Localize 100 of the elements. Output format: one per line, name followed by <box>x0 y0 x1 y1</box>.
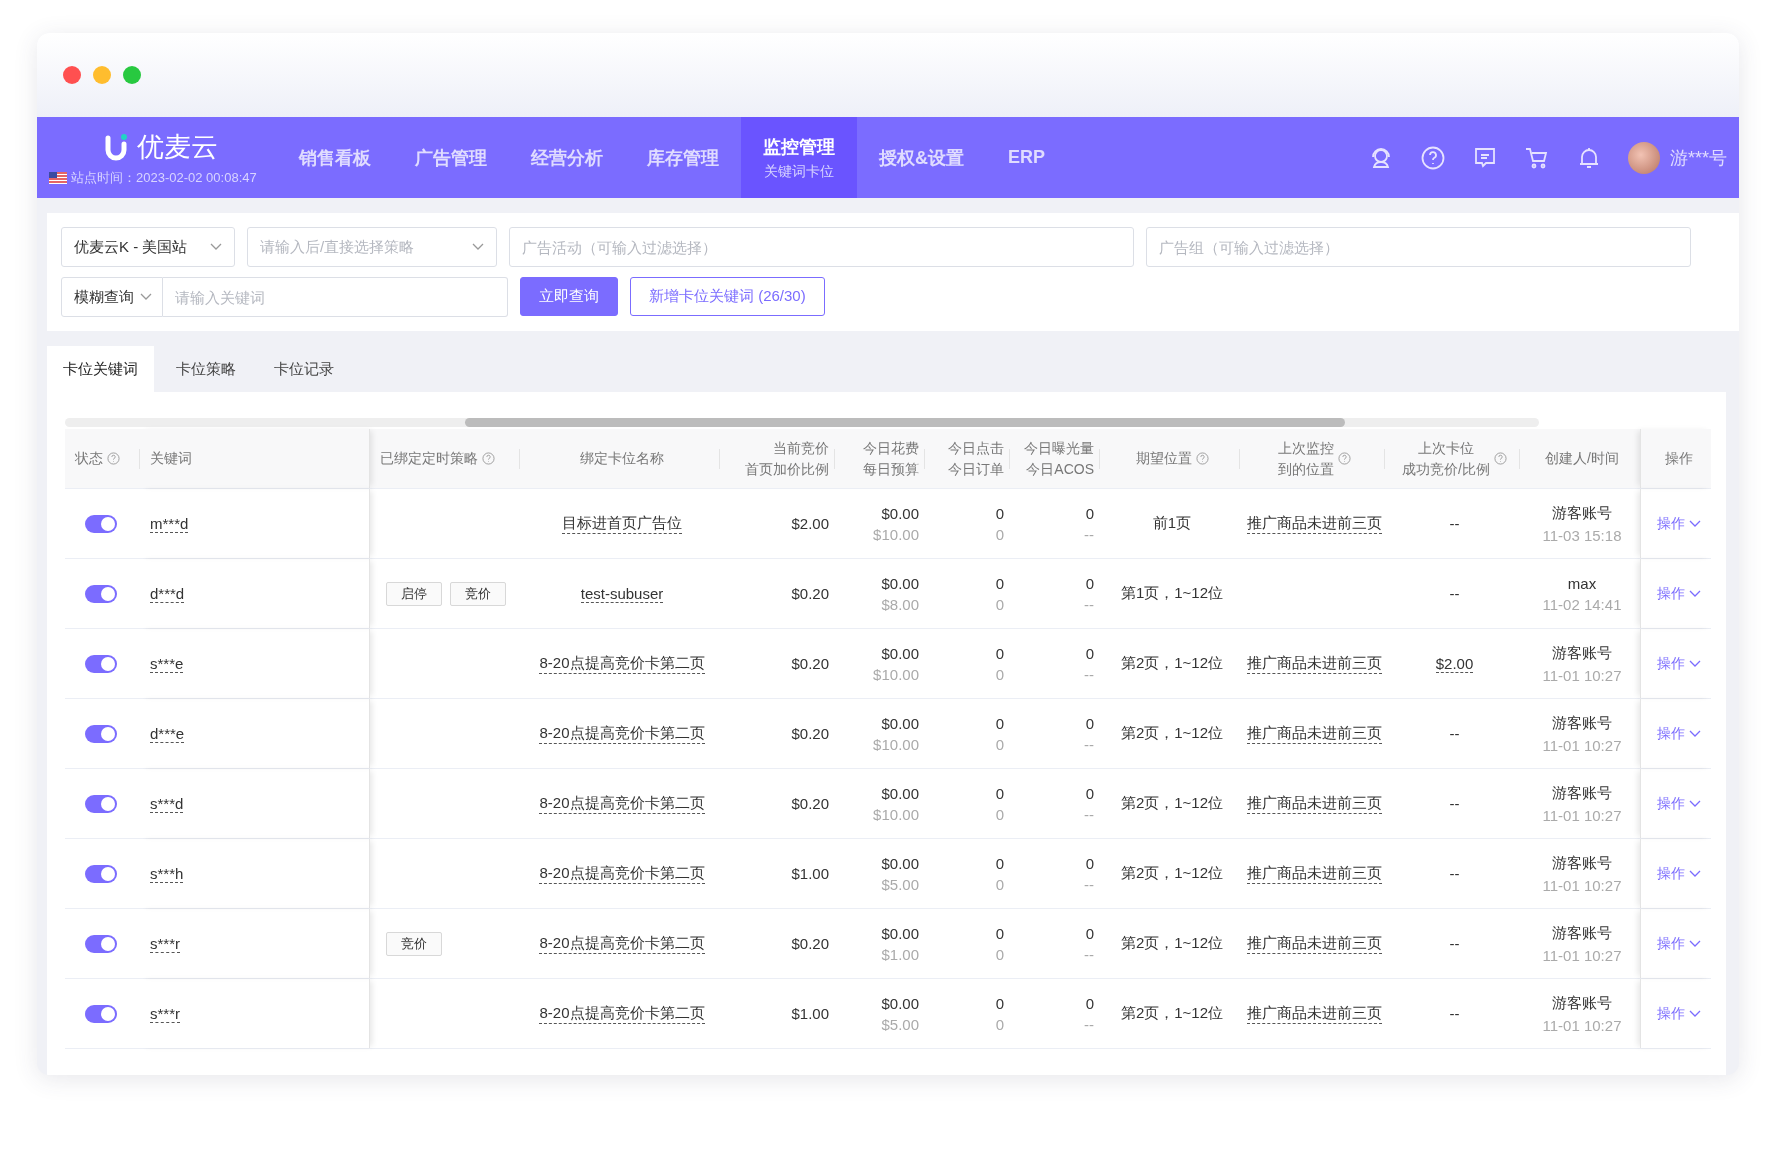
slot-name-link[interactable]: 8-20点提高竞价卡第二页 <box>539 793 705 814</box>
match-select[interactable]: 模糊查询 <box>61 277 163 317</box>
column-header: 上次卡位 成功竞价/比例 <box>1402 438 1490 479</box>
nav-tab[interactable]: 监控管理 关键词卡位 <box>741 117 857 198</box>
tab[interactable]: 卡位关键词 <box>47 346 154 392</box>
last-success-text: -- <box>1449 585 1460 602</box>
last-position-link[interactable]: 推广商品未进前三页 <box>1247 863 1382 884</box>
action-dropdown[interactable]: 操作 <box>1656 864 1701 883</box>
help-icon <box>482 452 495 465</box>
spend-text: $0.00 <box>881 994 919 1012</box>
keyword-link[interactable]: m***d <box>150 514 189 533</box>
status-toggle[interactable] <box>85 724 117 743</box>
help-icon[interactable] <box>1420 144 1446 171</box>
campaign-field[interactable]: 广告活动（可输入过滤选择） <box>509 227 1134 267</box>
keyword-link[interactable]: d***d <box>150 584 185 603</box>
minimize-dot[interactable] <box>93 66 111 84</box>
last-success-text: -- <box>1449 865 1460 882</box>
column-header: 关键词 <box>150 449 192 468</box>
bid-text: $0.20 <box>791 655 829 672</box>
status-toggle[interactable] <box>85 864 117 883</box>
column-header: 今日点击 今日订单 <box>948 438 1004 479</box>
bid-text: $1.00 <box>791 865 829 882</box>
budget-text: $8.00 <box>881 595 919 613</box>
spend-text: $0.00 <box>881 714 919 732</box>
impressions-text: 0 <box>1085 504 1094 522</box>
status-toggle[interactable] <box>85 514 117 533</box>
strategy-tag[interactable]: 启停 <box>386 581 442 606</box>
avatar[interactable] <box>1628 141 1660 174</box>
budget-text: $5.00 <box>881 875 919 893</box>
creator-name: 游客账号 <box>1552 993 1612 1013</box>
impressions-text: 0 <box>1085 854 1094 872</box>
last-position-link[interactable]: 推广商品未进前三页 <box>1247 1003 1382 1024</box>
keyword-link[interactable]: s***r <box>150 934 180 953</box>
action-dropdown[interactable]: 操作 <box>1656 934 1701 953</box>
status-toggle[interactable] <box>85 584 117 603</box>
status-toggle[interactable] <box>85 934 117 953</box>
slot-name-link[interactable]: test-subuser <box>580 584 664 603</box>
keyword-link[interactable]: s***e <box>150 654 184 673</box>
strategy-tag[interactable]: 竞价 <box>450 581 506 606</box>
action-dropdown[interactable]: 操作 <box>1656 584 1701 603</box>
slot-name-link[interactable]: 8-20点提高竞价卡第二页 <box>539 723 705 744</box>
keyword-field[interactable]: 请输入关键词 <box>163 277 508 317</box>
clicks-text: 0 <box>995 994 1004 1012</box>
status-toggle[interactable] <box>85 1004 117 1023</box>
orders-text: 0 <box>995 525 1004 543</box>
last-position-link[interactable]: 推广商品未进前三页 <box>1247 723 1382 744</box>
slot-name-link[interactable]: 8-20点提高竞价卡第二页 <box>539 863 705 884</box>
maximize-dot[interactable] <box>123 66 141 84</box>
tab[interactable]: 卡位记录 <box>258 346 350 392</box>
column-header: 当前竞价 首页加价比例 <box>745 438 829 479</box>
help-icon <box>1338 452 1351 465</box>
keyword-link[interactable]: s***d <box>150 794 184 813</box>
last-position-link[interactable]: 推广商品未进前三页 <box>1247 793 1382 814</box>
site-time: 站点时间：2023-02-02 00:08:47 <box>71 168 257 187</box>
creator-name: max <box>1567 574 1597 592</box>
close-dot[interactable] <box>63 66 81 84</box>
created-time: 11-01 10:27 <box>1542 946 1622 964</box>
creator-name: 游客账号 <box>1552 853 1612 873</box>
help-icon <box>1195 452 1209 465</box>
keyword-link[interactable]: d***e <box>150 724 185 743</box>
orders-text: 0 <box>995 735 1004 753</box>
created-time: 11-02 14:41 <box>1542 595 1622 613</box>
spend-text: $0.00 <box>881 574 919 592</box>
bid-text: $0.20 <box>791 795 829 812</box>
acos-text: -- <box>1084 1015 1094 1033</box>
strategy-tag[interactable]: 竞价 <box>386 931 442 956</box>
spend-text: $0.00 <box>881 644 919 662</box>
keyword-link[interactable]: s***h <box>150 864 184 883</box>
scrollbar[interactable] <box>65 418 1539 427</box>
last-success-link[interactable]: $2.00 <box>1435 654 1474 673</box>
status-toggle[interactable] <box>85 794 117 813</box>
orders-text: 0 <box>995 1015 1004 1033</box>
slot-name-link[interactable]: 8-20点提高竞价卡第二页 <box>539 1003 705 1024</box>
last-position-link[interactable]: 推广商品未进前三页 <box>1247 933 1382 954</box>
clicks-text: 0 <box>995 924 1004 942</box>
store-select[interactable]: 优麦云K - 美国站 <box>61 227 235 267</box>
action-dropdown[interactable]: 操作 <box>1656 654 1701 673</box>
slot-name-link[interactable]: 8-20点提高竞价卡第二页 <box>539 653 705 674</box>
add-keyword-button[interactable]: 新增卡位关键词 (26/30) <box>630 277 825 316</box>
last-success-text: -- <box>1449 795 1460 812</box>
ad-group-field[interactable]: 广告组（可输入过滤选择） <box>1146 227 1691 267</box>
column-header: 已绑定定时策略 <box>380 449 478 468</box>
action-dropdown[interactable]: 操作 <box>1656 514 1701 533</box>
search-button[interactable]: 立即查询 <box>520 277 618 316</box>
logo-icon <box>105 132 129 161</box>
slot-name-link[interactable]: 目标进首页广告位 <box>562 513 682 534</box>
keyword-link[interactable]: s***r <box>150 1004 180 1023</box>
bid-text: $2.00 <box>791 515 829 532</box>
slot-name-link[interactable]: 8-20点提高竞价卡第二页 <box>539 933 705 954</box>
action-dropdown[interactable]: 操作 <box>1656 794 1701 813</box>
action-dropdown[interactable]: 操作 <box>1656 1004 1701 1023</box>
clicks-text: 0 <box>995 644 1004 662</box>
action-dropdown[interactable]: 操作 <box>1656 724 1701 743</box>
tab[interactable]: 卡位策略 <box>160 346 252 392</box>
last-position-link[interactable]: 推广商品未进前三页 <box>1247 653 1382 674</box>
caret-icon <box>210 243 222 251</box>
orders-text: 0 <box>995 805 1004 823</box>
status-toggle[interactable] <box>85 654 117 673</box>
last-position-link[interactable]: 推广商品未进前三页 <box>1247 513 1382 534</box>
created-time: 11-01 10:27 <box>1542 736 1622 754</box>
